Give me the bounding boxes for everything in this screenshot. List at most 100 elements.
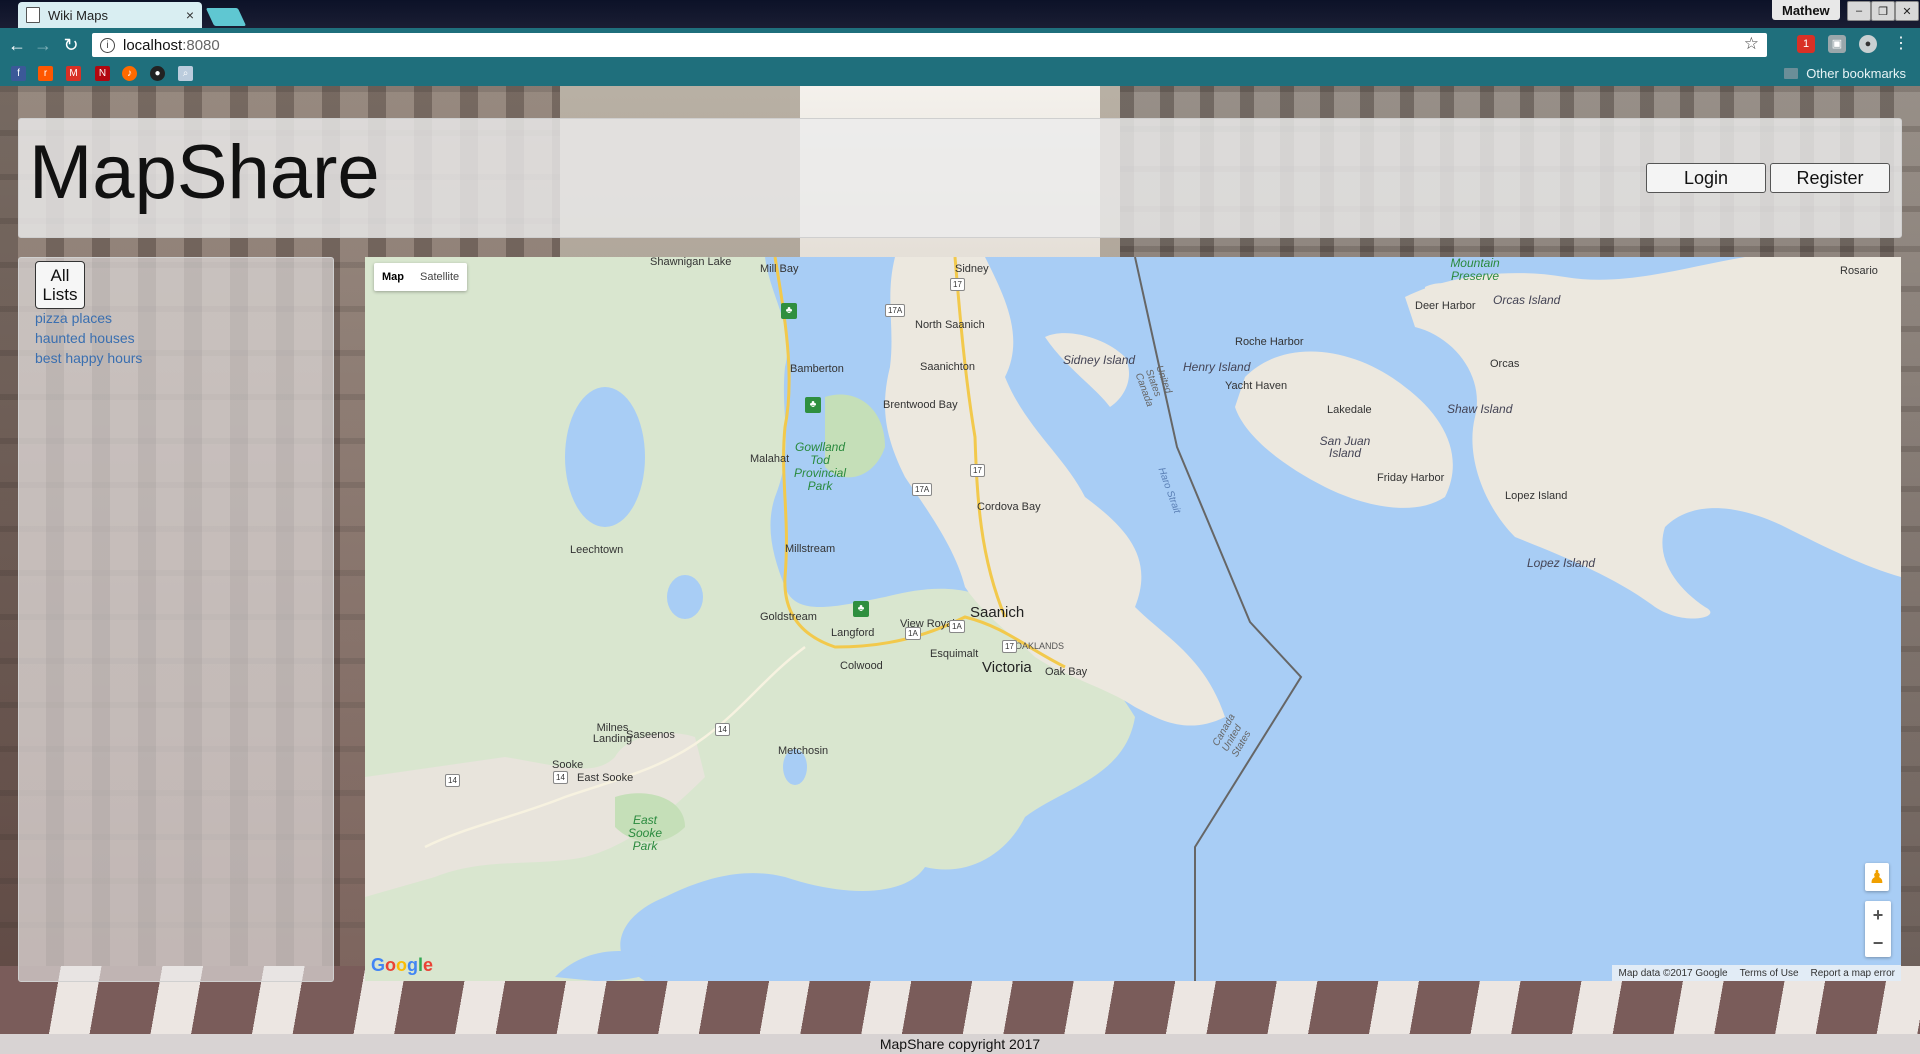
place-label: Lakedale: [1327, 404, 1372, 416]
close-tab-icon[interactable]: ×: [186, 7, 194, 23]
place-label: Sooke: [552, 759, 584, 771]
place-label: Roche Harbor: [1235, 336, 1304, 348]
place-label: Lopez Island: [1505, 490, 1568, 502]
place-label: Orcas: [1490, 358, 1520, 370]
extension-icon[interactable]: ▣: [1828, 35, 1846, 53]
github-bookmark-icon[interactable]: ●: [150, 66, 165, 81]
bookmark-star-icon[interactable]: ☆: [1744, 34, 1759, 54]
gmail-bookmark-icon[interactable]: M: [66, 66, 81, 81]
city-label: Saanich: [970, 604, 1025, 621]
close-window-button[interactable]: ✕: [1895, 1, 1919, 21]
place-label: Brentwood Bay: [883, 399, 958, 411]
place-label: Malahat: [750, 453, 790, 465]
facebook-bookmark-icon[interactable]: f: [11, 66, 26, 81]
gmail-extension-icon[interactable]: 1: [1797, 35, 1815, 53]
highway-shield: 14: [715, 723, 730, 736]
place-label: Metchosin: [778, 745, 829, 757]
place-label: Yacht Haven: [1225, 380, 1288, 392]
netflix-bookmark-icon[interactable]: N: [95, 66, 110, 81]
other-bookmarks-label: Other bookmarks: [1806, 66, 1906, 81]
park-marker-icon[interactable]: ♣: [805, 397, 821, 413]
place-label: Sidney: [955, 263, 989, 275]
all-lists-button[interactable]: All Lists: [35, 261, 85, 309]
lake: [667, 575, 703, 619]
terms-of-use-link[interactable]: Terms of Use: [1740, 968, 1799, 979]
soundcloud-bookmark-icon[interactable]: ♪: [122, 66, 137, 81]
place-label: Millstream: [785, 543, 836, 555]
url-port: :8080: [182, 36, 220, 54]
reddit-bookmark-icon[interactable]: r: [38, 66, 53, 81]
map-type-satellite-button[interactable]: Satellite: [412, 263, 467, 291]
map-type-map-button[interactable]: Map: [374, 263, 412, 291]
page-icon: [26, 7, 40, 23]
map-attribution: Map data ©2017 Google Terms of Use Repor…: [1612, 965, 1901, 981]
place-label: Colwood: [840, 660, 883, 672]
highway-shield: 17A: [912, 483, 933, 496]
highway-shield: 14: [553, 771, 568, 784]
login-button[interactable]: Login: [1646, 163, 1766, 193]
orcas-lopez-islands: [1405, 257, 1901, 619]
place-label: Saseenos: [626, 729, 675, 741]
street-view-pegman-icon[interactable]: ♟: [1865, 863, 1889, 891]
park-marker-icon[interactable]: ♣: [781, 303, 797, 319]
island-label: Orcas Island: [1493, 293, 1561, 307]
gmail-badge: 1: [1802, 38, 1810, 50]
place-label: North Saanich: [915, 319, 985, 331]
search-bookmark-icon[interactable]: ⌕: [178, 66, 193, 81]
island-label: Henry Island: [1183, 360, 1251, 374]
sidney-island: [1045, 333, 1130, 407]
extension-circle-icon[interactable]: ●: [1859, 35, 1877, 53]
restore-button[interactable]: ❐: [1871, 1, 1895, 21]
zoom-in-button[interactable]: +: [1865, 901, 1891, 929]
info-icon[interactable]: i: [100, 37, 115, 53]
tab-title: Wiki Maps: [48, 7, 108, 23]
place-label: Deer Harbor: [1415, 300, 1476, 312]
new-tab-button[interactable]: [205, 8, 247, 26]
other-bookmarks[interactable]: Other bookmarks: [1784, 66, 1906, 81]
place-label: Friday Harbor: [1377, 472, 1445, 484]
minimize-button[interactable]: –: [1847, 1, 1871, 21]
map-type-control: Map Satellite: [374, 263, 468, 291]
browser-tab[interactable]: Wiki Maps ×: [18, 2, 202, 28]
highway-shield: 17A: [885, 304, 906, 317]
back-icon[interactable]: ←: [6, 35, 28, 55]
place-label: Cordova Bay: [977, 501, 1041, 513]
google-logo[interactable]: Google: [371, 955, 433, 976]
zoom-control: + −: [1865, 901, 1891, 957]
place-label: Leechtown: [570, 544, 624, 556]
menu-icon[interactable]: ⋮: [1892, 35, 1910, 53]
place-label: Langford: [831, 627, 875, 639]
highway-shield: 17: [970, 464, 985, 477]
highway-shield: 14: [445, 774, 460, 787]
brand-title: MapShare: [29, 130, 380, 215]
browser-titlebar: Wiki Maps × Mathew – ❐ ✕: [0, 0, 1920, 28]
neighborhood-label: OAKLANDS: [1015, 641, 1065, 651]
highway-shield: 17: [950, 278, 965, 291]
place-label: Mill Bay: [760, 263, 799, 275]
place-label: Saanichton: [920, 361, 976, 373]
highway-shield: 17: [1002, 640, 1017, 653]
highway-shield: 1A: [905, 627, 921, 640]
place-label: Rosario: [1840, 265, 1878, 277]
report-map-error-link[interactable]: Report a map error: [1811, 968, 1895, 979]
profile-button[interactable]: Mathew: [1772, 0, 1840, 20]
register-button[interactable]: Register: [1770, 163, 1890, 193]
map-data-credit: Map data ©2017 Google: [1618, 967, 1728, 979]
highway-shield: 1A: [949, 620, 965, 633]
reload-icon[interactable]: ↻: [60, 35, 82, 55]
list-item-pizza-places[interactable]: pizza places: [35, 310, 112, 326]
park-marker-icon[interactable]: ♣: [853, 601, 869, 617]
island-label: Sidney Island: [1063, 353, 1136, 367]
san-juan-island: [1235, 351, 1453, 508]
map-view[interactable]: Shawnigan Lake Mill Bay Sidney North Saa…: [365, 257, 1901, 981]
list-item-haunted-houses[interactable]: haunted houses: [35, 330, 135, 346]
zoom-out-button[interactable]: −: [1865, 929, 1891, 957]
address-bar[interactable]: i localhost:8080 ☆: [92, 33, 1767, 57]
folder-icon: [1784, 68, 1799, 79]
list-item-best-happy-hours[interactable]: best happy hours: [35, 350, 142, 366]
island-label: San Juan Island: [1319, 434, 1371, 460]
island-label: Lopez Island: [1527, 556, 1596, 570]
forward-icon[interactable]: →: [32, 35, 54, 55]
lake: [565, 387, 645, 527]
park-label: Gowlland Tod Provincial Park: [793, 440, 847, 493]
